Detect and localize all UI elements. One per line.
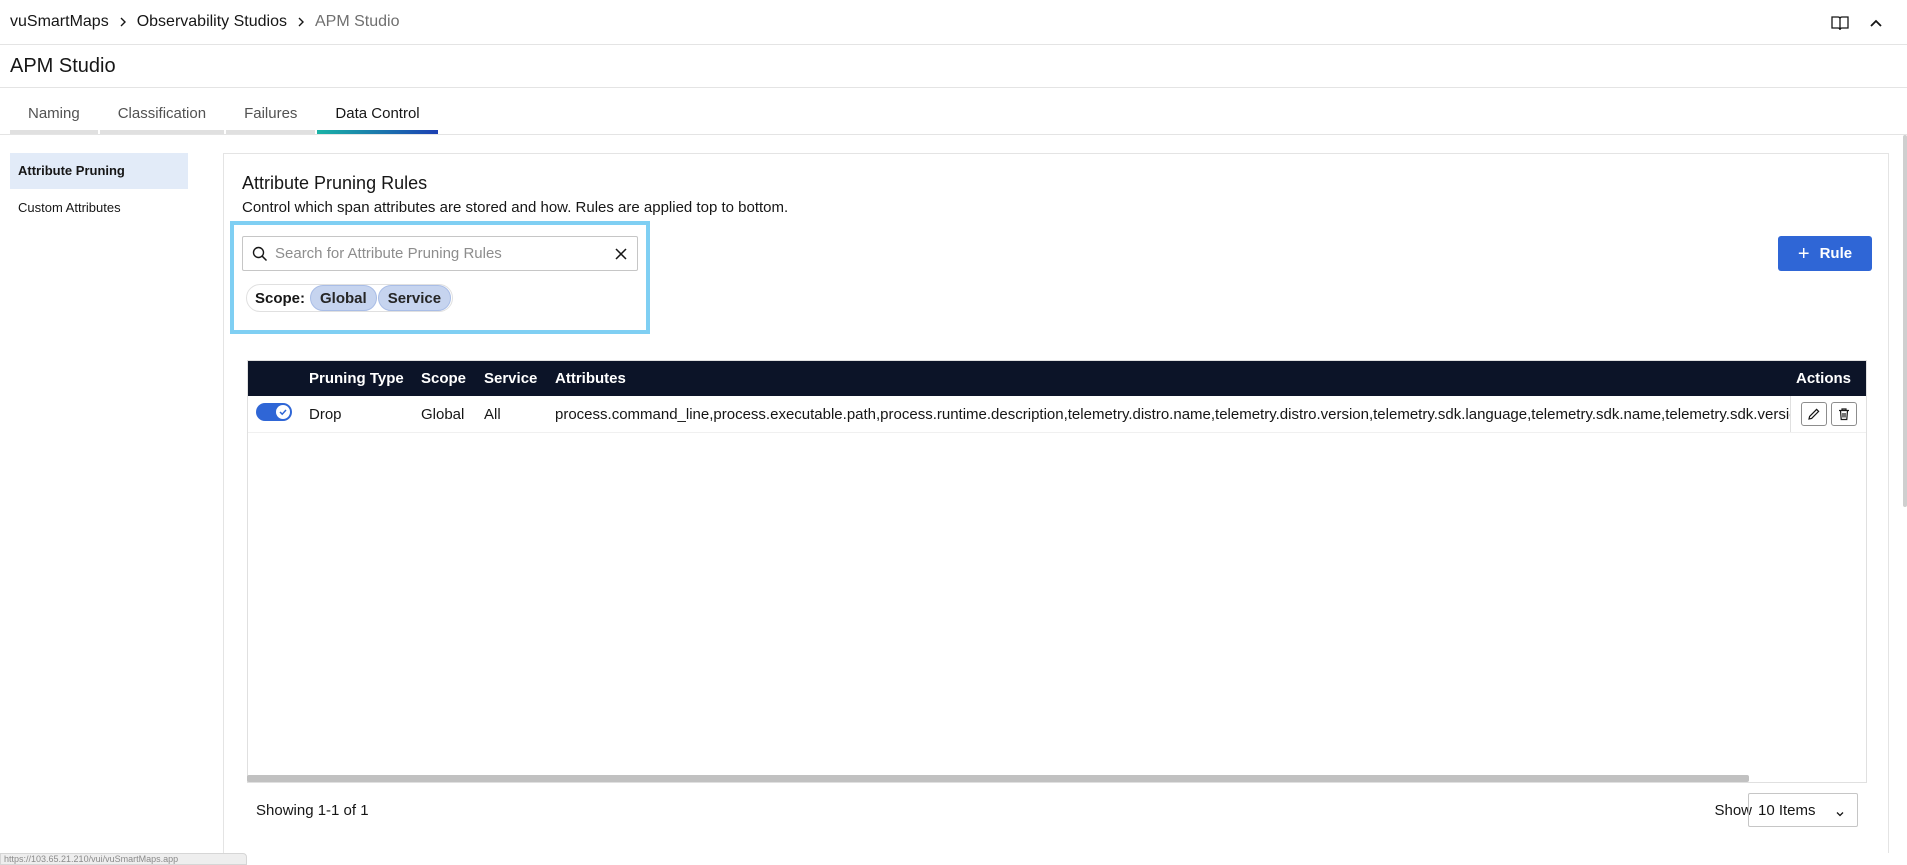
page-scrollbar[interactable] — [1903, 135, 1907, 507]
cell-scope: Global — [421, 405, 465, 423]
scope-label: Scope: — [255, 289, 306, 307]
delete-button[interactable] — [1830, 402, 1857, 426]
breadcrumb-vusmartmaps[interactable]: vuSmartMaps — [10, 13, 109, 31]
chevron-down-icon — [1835, 806, 1845, 817]
add-rule-button[interactable]: + Rule — [1778, 236, 1872, 271]
close-icon[interactable] — [613, 246, 629, 262]
status-bar-url: https://103.65.21.210/vui/vuSmartMaps.ap… — [0, 853, 247, 865]
trash-icon — [1838, 408, 1849, 421]
column-header-scope: Scope — [421, 370, 467, 387]
tab-bar: Naming Classification Failures Data Cont… — [10, 100, 440, 134]
edit-button[interactable] — [1800, 402, 1827, 426]
search-icon — [252, 246, 268, 262]
page-header: APM Studio — [0, 45, 1907, 88]
column-header-service: Service — [484, 370, 538, 387]
section-description: Control which span attributes are stored… — [242, 199, 789, 216]
column-header-actions: Actions — [1790, 361, 1866, 396]
chevron-right-icon — [118, 17, 128, 27]
tab-classification[interactable]: Classification — [99, 100, 225, 134]
scope-chip-global[interactable]: Global — [310, 285, 377, 311]
tabs-divider — [0, 134, 1907, 135]
breadcrumb: vuSmartMaps Observability Studios APM St… — [10, 13, 399, 31]
rules-table: Pruning Type Scope Service Attributes Ac… — [247, 360, 1867, 783]
cell-attributes: process.command_line,process.executable.… — [555, 405, 1795, 423]
cell-actions — [1790, 396, 1866, 432]
tab-data-control[interactable]: Data Control — [317, 100, 438, 134]
sidebar-item-custom-attributes[interactable]: Custom Attributes — [10, 190, 188, 226]
page-size-label: Show — [1714, 802, 1752, 819]
page-size-select[interactable]: 10 Items — [1748, 793, 1858, 827]
cell-service: All — [484, 405, 501, 423]
column-header-pruning-type: Pruning Type — [309, 370, 404, 387]
search-box — [242, 236, 638, 271]
section-title: Attribute Pruning Rules — [242, 173, 428, 193]
pagination-summary: Showing 1-1 of 1 — [256, 802, 369, 819]
sidebar: Attribute Pruning Custom Attributes — [10, 153, 188, 227]
tab-naming[interactable]: Naming — [10, 100, 98, 134]
breadcrumb-observability-studios[interactable]: Observability Studios — [137, 13, 287, 31]
scope-filter: Scope: Global Service — [246, 284, 454, 312]
plus-icon: + — [1797, 242, 1810, 265]
top-bar: vuSmartMaps Observability Studios APM St… — [0, 0, 1907, 45]
chevron-up-icon[interactable] — [1867, 14, 1885, 32]
check-icon — [276, 405, 290, 419]
breadcrumb-apm-studio: APM Studio — [315, 13, 400, 30]
search-input[interactable] — [273, 238, 603, 269]
chevron-right-icon — [296, 17, 306, 27]
tab-failures[interactable]: Failures — [226, 100, 316, 134]
scope-chip-service[interactable]: Service — [377, 285, 452, 311]
add-rule-label: Rule — [1819, 245, 1853, 262]
book-icon[interactable] — [1831, 14, 1849, 32]
table-header: Pruning Type Scope Service Attributes Ac… — [248, 361, 1866, 396]
page-title: APM Studio — [10, 55, 116, 77]
row-toggle-cell — [248, 403, 309, 425]
horizontal-scrollbar[interactable] — [247, 775, 1749, 782]
enable-toggle[interactable] — [256, 403, 292, 421]
table-row: Drop Global All process.command_line,pro… — [248, 396, 1866, 433]
sidebar-item-attribute-pruning[interactable]: Attribute Pruning — [10, 153, 188, 189]
cell-pruning-type: Drop — [309, 405, 342, 423]
attribute-pruning-card: Attribute Pruning Rules Control which sp… — [223, 153, 1889, 853]
column-header-attributes: Attributes — [555, 370, 626, 387]
pencil-icon — [1807, 408, 1819, 420]
page-size-value: 10 Items — [1758, 801, 1816, 819]
